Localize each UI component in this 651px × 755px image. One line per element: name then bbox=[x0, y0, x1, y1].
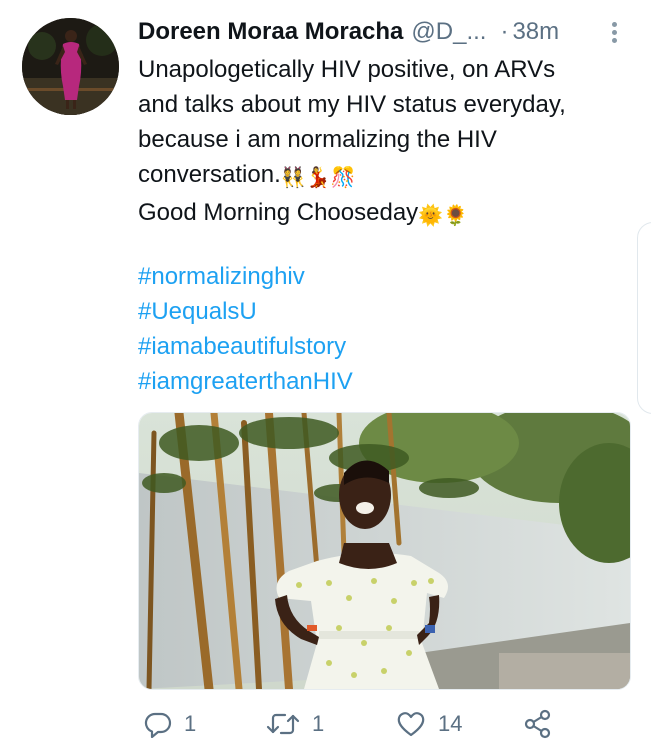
tweet-text-line: Unapologetically HIV positive, on ARVs bbox=[138, 56, 556, 83]
dancing-emoji-icon: 👯💃🎊 bbox=[280, 165, 356, 189]
tweet-header: Doreen Moraa Moracha @D_... · 38m bbox=[138, 14, 628, 50]
tweet-text-fragment: conversation. bbox=[138, 161, 281, 188]
retweet-icon bbox=[266, 713, 300, 735]
sun-sunflower-emoji-icon: 🌞🌻 bbox=[418, 203, 468, 227]
tweet-timestamp[interactable]: 38m bbox=[512, 18, 559, 46]
author-handle[interactable]: @D_... bbox=[411, 18, 486, 46]
photo-image bbox=[139, 413, 630, 689]
tweet-photo[interactable] bbox=[138, 412, 631, 690]
more-vertical-icon[interactable] bbox=[610, 20, 618, 44]
share-icon bbox=[524, 709, 551, 739]
heart-icon bbox=[397, 712, 425, 737]
share-button[interactable] bbox=[523, 706, 553, 742]
tweet-text: Unapologetically HIV positive, on ARVs a… bbox=[138, 52, 628, 233]
tweet-text-line: conversation.👯💃🎊 bbox=[138, 157, 628, 195]
like-count: 14 bbox=[438, 711, 463, 736]
retweet-button[interactable]: 1 bbox=[266, 706, 324, 742]
reply-count: 1 bbox=[184, 711, 197, 736]
hashtag-link[interactable]: #iamabeautifulstory bbox=[138, 329, 353, 364]
greeting-text: Good Morning Chooseday bbox=[138, 199, 419, 226]
tweet-text-line: because i am normalizing the HIV bbox=[138, 126, 497, 153]
hashtag-link[interactable]: #normalizinghiv bbox=[138, 259, 353, 294]
author-name[interactable]: Doreen Moraa Moracha bbox=[138, 18, 403, 46]
avatar-photo bbox=[22, 18, 119, 115]
hashtag-list: #normalizinghiv #UequalsU #iamabeautiful… bbox=[138, 259, 353, 399]
tweet-text-line: and talks about my HIV status everyday, bbox=[138, 91, 566, 118]
hashtag-link[interactable]: #UequalsU bbox=[138, 294, 353, 329]
reply-icon bbox=[144, 712, 172, 738]
author-avatar[interactable] bbox=[22, 18, 119, 115]
side-panel-edge bbox=[637, 222, 651, 414]
tweet-actions: 1 1 14 bbox=[138, 706, 628, 742]
header-separator: · bbox=[500, 18, 509, 45]
reply-button[interactable]: 1 bbox=[144, 706, 196, 742]
tweet-text-line: Good Morning Chooseday🌞🌻 bbox=[138, 195, 628, 233]
hashtag-link[interactable]: #iamgreaterthanHIV bbox=[138, 364, 353, 399]
like-button[interactable]: 14 bbox=[396, 706, 462, 742]
retweet-count: 1 bbox=[312, 711, 325, 736]
